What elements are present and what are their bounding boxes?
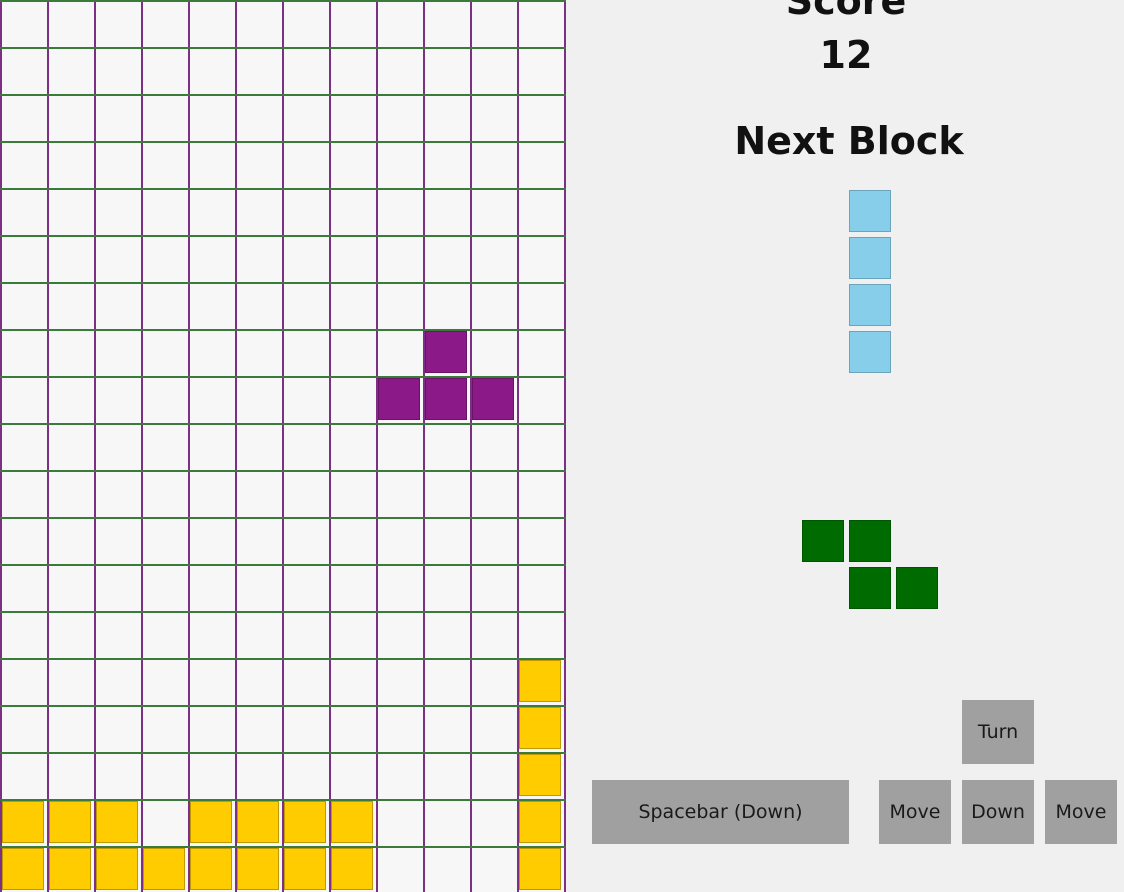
locked-block — [519, 754, 561, 796]
queued-block-cell — [802, 520, 844, 562]
grid-line-horizontal — [0, 282, 566, 284]
soft-drop-button[interactable]: Down — [962, 780, 1034, 844]
grid-line-horizontal — [0, 705, 566, 707]
locked-block — [519, 660, 561, 702]
move-right-button[interactable]: Move — [1045, 780, 1117, 844]
locked-block — [519, 707, 561, 749]
score-value: 12 — [819, 33, 873, 77]
grid-line-horizontal — [0, 517, 566, 519]
grid-line-horizontal — [0, 94, 566, 96]
locked-block — [190, 848, 232, 890]
locked-block — [2, 848, 44, 890]
grid-line-vertical — [235, 0, 237, 892]
locked-block — [519, 848, 561, 890]
move-left-button[interactable]: Move — [879, 780, 951, 844]
locked-block — [519, 801, 561, 843]
grid-line-horizontal — [0, 752, 566, 754]
grid-line-horizontal — [0, 376, 566, 378]
game-board — [0, 0, 566, 892]
grid-line-vertical — [94, 0, 96, 892]
falling-block — [425, 378, 467, 420]
falling-block — [425, 331, 467, 373]
locked-block — [190, 801, 232, 843]
next-block-label: Next Block — [734, 119, 964, 163]
grid-line-horizontal — [0, 329, 566, 331]
grid-line-horizontal — [0, 799, 566, 801]
grid-line-horizontal — [0, 235, 566, 237]
grid-line-horizontal — [0, 423, 566, 425]
grid-line-vertical — [282, 0, 284, 892]
grid-line-vertical — [517, 0, 519, 892]
turn-button[interactable]: Turn — [962, 700, 1034, 764]
grid-line-horizontal — [0, 470, 566, 472]
queued-block-cell — [849, 567, 891, 609]
locked-block — [331, 848, 373, 890]
locked-block — [49, 801, 91, 843]
locked-block — [237, 801, 279, 843]
falling-block — [472, 378, 514, 420]
score-label: Score — [785, 0, 907, 23]
grid-line-vertical — [376, 0, 378, 892]
grid-line-horizontal — [0, 188, 566, 190]
queued-block-cell — [849, 520, 891, 562]
locked-block — [2, 801, 44, 843]
queued-block-cell — [896, 567, 938, 609]
falling-block — [378, 378, 420, 420]
next-block-cell — [849, 190, 891, 232]
grid-line-horizontal — [0, 611, 566, 613]
next-block-cell — [849, 284, 891, 326]
side-panel: Score 12 Next Block Turn Spacebar (Down)… — [566, 0, 1124, 892]
grid-line-horizontal — [0, 658, 566, 660]
grid-line-horizontal — [0, 141, 566, 143]
locked-block — [237, 848, 279, 890]
grid-line-vertical — [47, 0, 49, 892]
locked-block — [331, 801, 373, 843]
grid-line-vertical — [188, 0, 190, 892]
locked-block — [284, 801, 326, 843]
grid-line-vertical — [423, 0, 425, 892]
grid-line-horizontal — [0, 564, 566, 566]
locked-block — [49, 848, 91, 890]
next-block-cell — [849, 331, 891, 373]
grid-line-horizontal — [0, 0, 566, 2]
locked-block — [143, 848, 185, 890]
grid-line-horizontal — [0, 47, 566, 49]
hard-drop-button[interactable]: Spacebar (Down) — [592, 780, 849, 844]
grid-line-vertical — [470, 0, 472, 892]
locked-block — [96, 801, 138, 843]
next-block-cell — [849, 237, 891, 279]
locked-block — [96, 848, 138, 890]
grid-line-horizontal — [0, 846, 566, 848]
grid-line-vertical — [329, 0, 331, 892]
grid-line-vertical — [0, 0, 2, 892]
locked-block — [284, 848, 326, 890]
grid-line-vertical — [141, 0, 143, 892]
